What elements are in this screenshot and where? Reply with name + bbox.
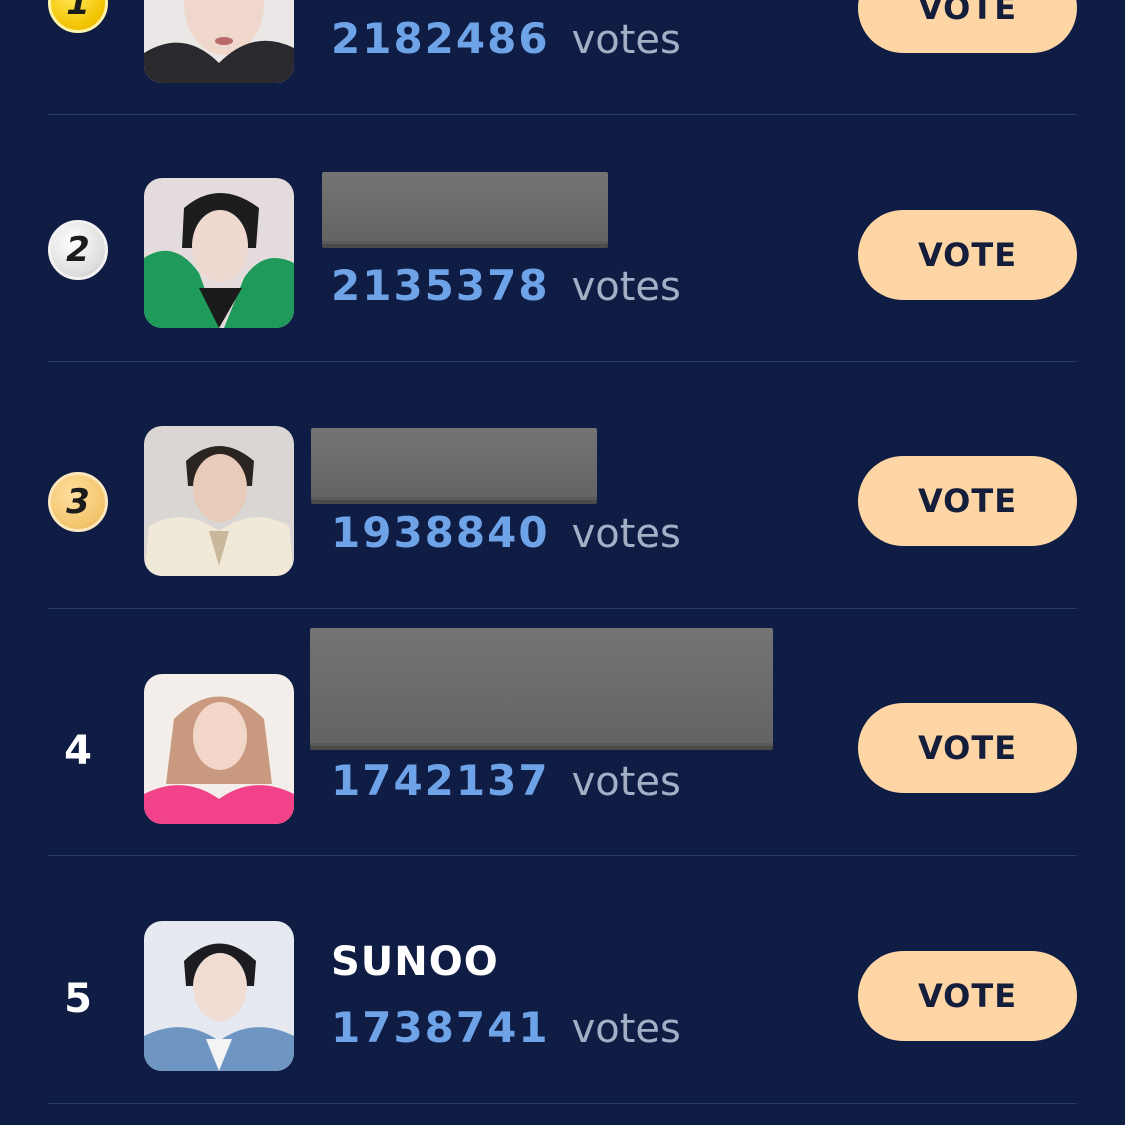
avatar[interactable] <box>144 921 294 1071</box>
vote-total: 1742137 votes <box>331 756 681 805</box>
leaderboard-row: 2 2135378 votes VOTE <box>0 115 1125 362</box>
vote-button[interactable]: VOTE <box>858 210 1077 300</box>
rank-label: 1 <box>66 0 90 23</box>
votes-label: votes <box>571 759 681 805</box>
vote-button[interactable]: VOTE <box>858 703 1077 793</box>
vote-total: 2135378 votes <box>331 261 681 310</box>
vote-count: 1738741 <box>331 1003 550 1052</box>
leaderboard-row: 3 1938840 votes VOTE <box>0 362 1125 609</box>
contestant-name: SUNOO <box>331 939 499 985</box>
votes-label: votes <box>571 1006 681 1052</box>
row-divider <box>48 1103 1077 1104</box>
vote-button[interactable]: VOTE <box>858 951 1077 1041</box>
silver-medal-icon: 2 <box>48 220 108 280</box>
vote-count: 1742137 <box>331 756 550 805</box>
vote-button[interactable]: VOTE <box>858 456 1077 546</box>
vote-button[interactable]: VOTE <box>858 0 1077 53</box>
leaderboard-row: 4 1742137 votes VOTE <box>0 609 1125 856</box>
votes-label: votes <box>571 17 681 63</box>
gold-medal-icon: 1 <box>48 0 108 33</box>
leaderboard-row: 5 SUNOO 1738741 votes VOTE <box>0 857 1125 1104</box>
avatar[interactable] <box>144 674 294 824</box>
row-divider <box>48 855 1077 856</box>
rank-label: 5 <box>64 976 92 1022</box>
rank-label: 2 <box>66 230 90 270</box>
votes-label: votes <box>571 264 681 310</box>
bronze-medal-icon: 3 <box>48 472 108 532</box>
leaderboard-row: 1 2182486 votes VOTE <box>0 0 1125 115</box>
avatar[interactable] <box>144 178 294 328</box>
vote-count: 2135378 <box>331 261 550 310</box>
redacted-name <box>322 172 608 244</box>
redacted-name <box>311 428 597 500</box>
vote-count: 2182486 <box>331 14 550 63</box>
leaderboard-screen: 1 2182486 votes VOTE 2 2135378 votes VOT… <box>0 0 1125 1125</box>
vote-count: 1938840 <box>331 508 550 557</box>
votes-label: votes <box>571 511 681 557</box>
avatar[interactable] <box>144 426 294 576</box>
vote-total: 1738741 votes <box>331 1003 681 1052</box>
avatar[interactable] <box>144 0 294 83</box>
vote-total: 2182486 votes <box>331 14 681 63</box>
redacted-name <box>310 628 773 746</box>
vote-total: 1938840 votes <box>331 508 681 557</box>
rank-label: 4 <box>64 728 92 774</box>
rank-label: 3 <box>66 482 90 522</box>
